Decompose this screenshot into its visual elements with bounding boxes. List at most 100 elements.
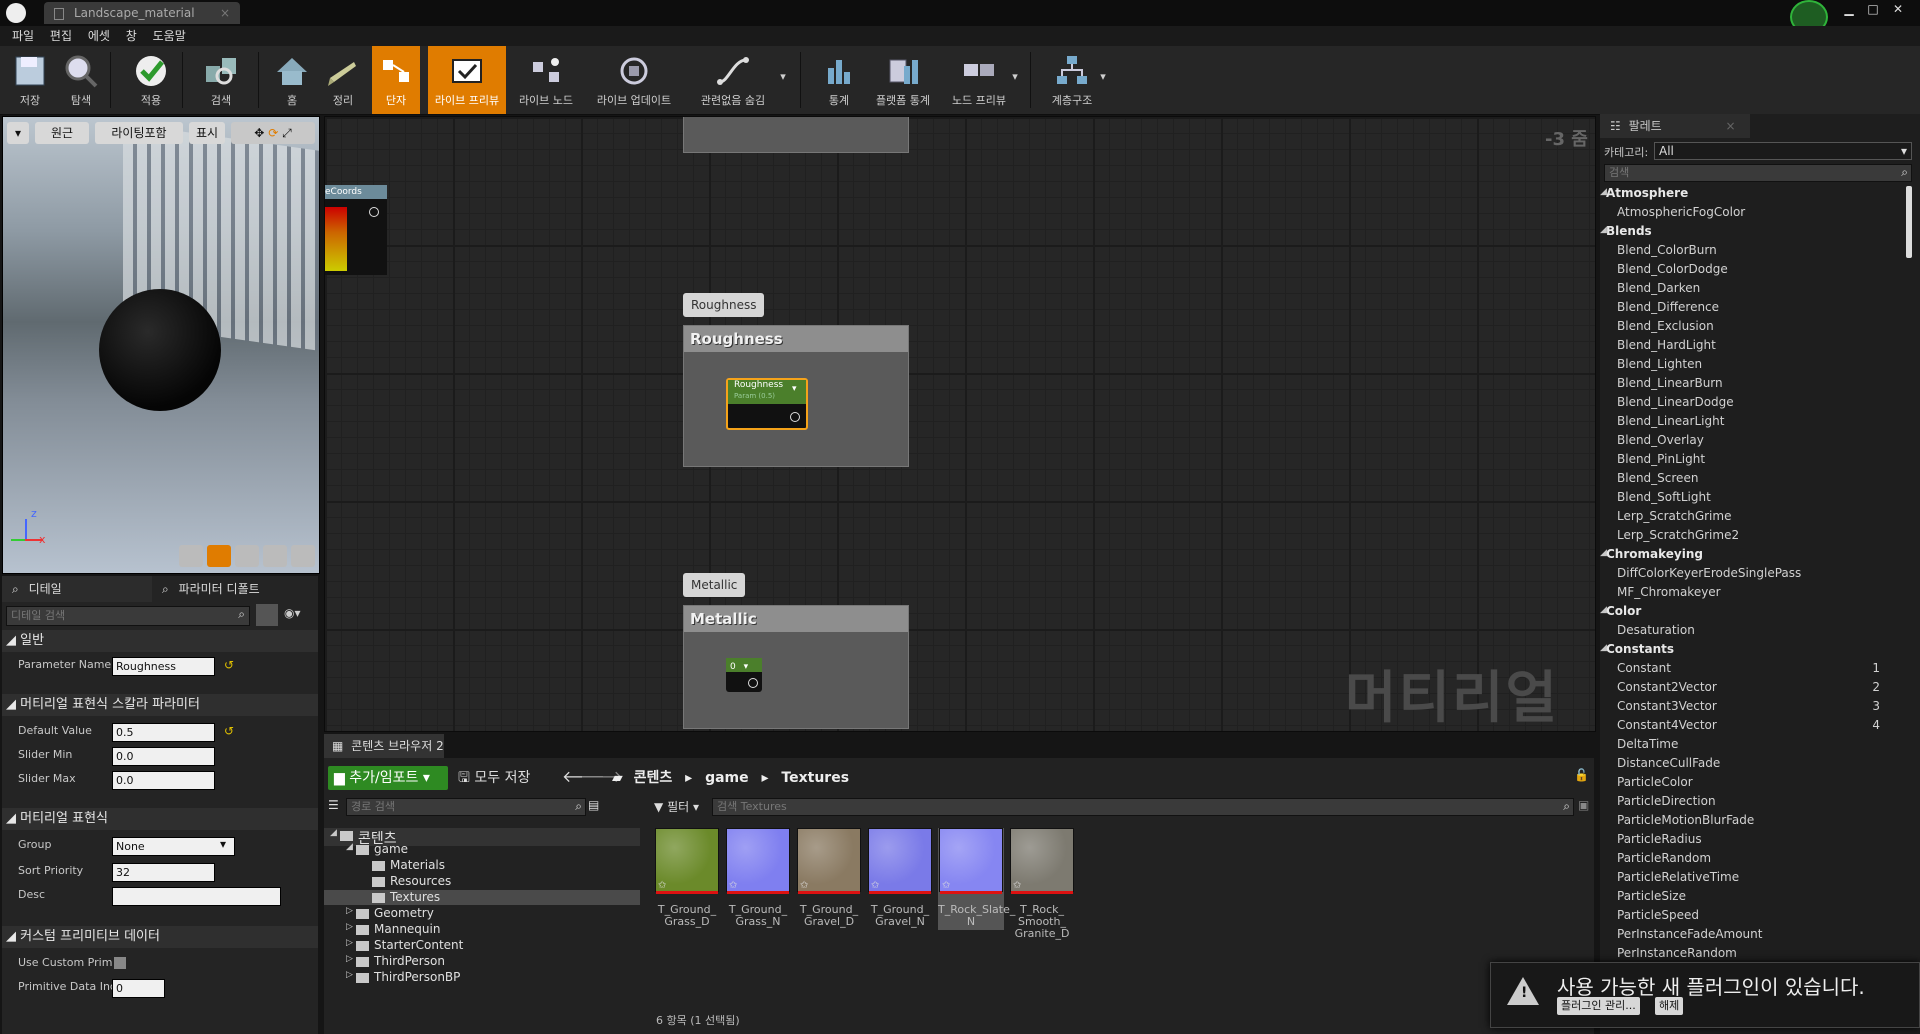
rotate-icon[interactable]: ⟳: [268, 126, 278, 140]
menu-edit[interactable]: 편집: [50, 26, 72, 46]
palette-item[interactable]: Blend_Screen: [1600, 471, 1904, 489]
parameter-name-field[interactable]: Roughness: [112, 657, 215, 676]
favorite-star-icon[interactable]: ✩: [800, 880, 808, 891]
menu-file[interactable]: 파일: [12, 26, 34, 46]
preview-shape-mesh-button[interactable]: [291, 545, 315, 567]
palette-item[interactable]: Blend_LinearLight: [1600, 414, 1904, 432]
default-value-field[interactable]: 0.5: [112, 723, 215, 742]
roughness-parameter-node[interactable]: Roughness Param (0.5) ▾: [726, 378, 808, 430]
dismiss-button[interactable]: 해제: [1655, 997, 1684, 1015]
details-tab[interactable]: ⌕ 디테일: [2, 576, 152, 602]
manage-plugins-button[interactable]: 플러그인 관리...: [1557, 997, 1640, 1015]
asset-tile[interactable]: ✩ T_Ground_ Gravel_N: [867, 828, 933, 928]
viewport-options-dropdown[interactable]: ▾: [7, 122, 29, 144]
asset-tile[interactable]: ✩ T_Ground_ Grass_N: [725, 828, 791, 928]
folder-tree-item[interactable]: ▷ StarterContent: [324, 938, 640, 953]
roughness-comment-box[interactable]: Roughness Roughness Param (0.5) ▾: [683, 325, 909, 467]
hierarchy-button[interactable]: 계층구조: [1044, 46, 1100, 114]
breadcrumb-game[interactable]: game: [705, 770, 749, 786]
palette-item[interactable]: Constant 1: [1600, 661, 1904, 679]
favorite-star-icon[interactable]: ✩: [1013, 880, 1021, 891]
menu-asset[interactable]: 에셋: [88, 26, 110, 46]
palette-item[interactable]: Blend_Lighten: [1600, 357, 1904, 375]
maximize-icon[interactable]: □: [1862, 2, 1884, 16]
palette-item[interactable]: Blend_ColorDodge: [1600, 262, 1904, 280]
breadcrumb-textures[interactable]: Textures: [781, 770, 849, 786]
browse-button[interactable]: 탐색: [58, 46, 104, 114]
palette-item[interactable]: Blend_LinearDodge: [1600, 395, 1904, 413]
asset-tile[interactable]: ✩ T_Ground_ Gravel_D: [796, 828, 862, 928]
scale-icon[interactable]: ⤢: [282, 126, 292, 140]
palette-item[interactable]: DeltaTime: [1600, 737, 1904, 755]
folder-tree-item[interactable]: ▷ ThirdPersonBP: [324, 970, 640, 985]
collapsed-arrow-icon[interactable]: ▷: [346, 970, 353, 980]
hide-unrelated-dropdown[interactable]: ▾: [776, 46, 790, 114]
connectors-button[interactable]: 단자: [372, 46, 420, 114]
palette-item[interactable]: Blend_Difference: [1600, 300, 1904, 318]
palette-category[interactable]: ◢ Chromakeying: [1600, 547, 1904, 565]
folder-tree-item[interactable]: ▷ Mannequin: [324, 922, 640, 937]
preview-shape-sphere-button[interactable]: [207, 545, 231, 567]
sources-toggle-icon[interactable]: ☰: [328, 798, 339, 812]
metallic-constant-node[interactable]: 0 ▾: [726, 658, 762, 692]
output-pin-icon[interactable]: [790, 412, 800, 422]
close-tab-icon[interactable]: ×: [220, 2, 230, 24]
expanded-arrow-icon[interactable]: ◢: [330, 828, 337, 838]
folder-tree-item[interactable]: ◢ game: [324, 842, 640, 857]
palette-item[interactable]: MF_Chromakeyer: [1600, 585, 1904, 603]
folder-tree-item[interactable]: ▷ Geometry: [324, 906, 640, 921]
hierarchy-dropdown[interactable]: ▾: [1096, 46, 1110, 114]
hide-unrelated-button[interactable]: 관련없음 숨김: [688, 46, 778, 114]
collapsed-arrow-icon[interactable]: ▷: [346, 922, 353, 932]
section-material-expression[interactable]: ◢ 머티리얼 표현식: [2, 808, 318, 830]
palette-item[interactable]: Blend_Exclusion: [1600, 319, 1904, 337]
asset-tile[interactable]: ✩ T_Rock_Slate_ N: [938, 828, 1015, 930]
home-button[interactable]: 홈: [270, 46, 314, 114]
close-tab-icon[interactable]: ×: [1726, 119, 1736, 133]
palette-category[interactable]: ◢ Constants: [1600, 642, 1904, 660]
section-custom-primitive-data[interactable]: ◢ 커스텀 프리미티브 데이터: [2, 926, 318, 948]
palette-item[interactable]: Blend_HardLight: [1600, 338, 1904, 356]
save-all-button[interactable]: 🖫 모두 저장: [458, 766, 530, 790]
reset-to-default-icon[interactable]: ↺: [224, 724, 234, 738]
live-preview-button[interactable]: 라이브 프리뷰: [428, 46, 506, 114]
preview-shape-cylinder-button[interactable]: [179, 545, 203, 567]
preview-shape-plane-button[interactable]: [235, 545, 259, 567]
apply-button[interactable]: 적용: [128, 46, 174, 114]
palette-item[interactable]: Constant4Vector 4: [1600, 718, 1904, 736]
transform-tools[interactable]: ✥ ⟳ ⤢: [231, 122, 315, 144]
palette-category[interactable]: ◢ Atmosphere: [1600, 186, 1904, 204]
expanded-arrow-icon[interactable]: ◢: [346, 842, 353, 852]
close-window-icon[interactable]: ✕: [1886, 2, 1910, 16]
section-general[interactable]: ◢ 일반: [2, 630, 318, 652]
path-search-input[interactable]: 경로 검색 ⌕: [346, 798, 586, 816]
group-dropdown[interactable]: None: [112, 837, 235, 856]
palette-item[interactable]: ParticleColor: [1600, 775, 1904, 793]
live-update-button[interactable]: 라이브 업데이트: [590, 46, 678, 114]
palette-item[interactable]: ParticleRandom: [1600, 851, 1904, 869]
palette-item[interactable]: Blend_ColorBurn: [1600, 243, 1904, 261]
palette-item[interactable]: Constant3Vector 3: [1600, 699, 1904, 717]
show-button[interactable]: 표시: [189, 122, 225, 144]
palette-category[interactable]: ◢ Color: [1600, 604, 1904, 622]
palette-item[interactable]: Blend_SoftLight: [1600, 490, 1904, 508]
save-button[interactable]: 저장: [8, 46, 52, 114]
menu-window[interactable]: 창: [126, 26, 137, 46]
document-tab[interactable]: Landscape_material ×: [44, 2, 240, 24]
palette-item[interactable]: Constant2Vector 2: [1600, 680, 1904, 698]
folder-tree-item[interactable]: Textures: [324, 890, 640, 905]
folder-tree-item[interactable]: Materials: [324, 858, 640, 873]
menu-help[interactable]: 도움말: [153, 26, 186, 46]
palette-item[interactable]: Blend_Overlay: [1600, 433, 1904, 451]
palette-item[interactable]: ParticleRelativeTime: [1600, 870, 1904, 888]
palette-item[interactable]: Blend_PinLight: [1600, 452, 1904, 470]
palette-scrollbar[interactable]: [1906, 186, 1912, 258]
folder-tree-item[interactable]: Resources: [324, 874, 640, 889]
palette-item[interactable]: ParticleSpeed: [1600, 908, 1904, 926]
favorite-star-icon[interactable]: ✩: [942, 880, 950, 891]
palette-item[interactable]: ParticleSize: [1600, 889, 1904, 907]
palette-item[interactable]: Lerp_ScratchGrime: [1600, 509, 1904, 527]
preview-viewport[interactable]: ▾ 원근 라이팅포함 표시 ✥ ⟳ ⤢ z x: [2, 116, 320, 574]
node-preview-dropdown[interactable]: ▾: [1008, 46, 1022, 114]
palette-item[interactable]: DiffColorKeyerErodeSinglePass: [1600, 566, 1904, 584]
